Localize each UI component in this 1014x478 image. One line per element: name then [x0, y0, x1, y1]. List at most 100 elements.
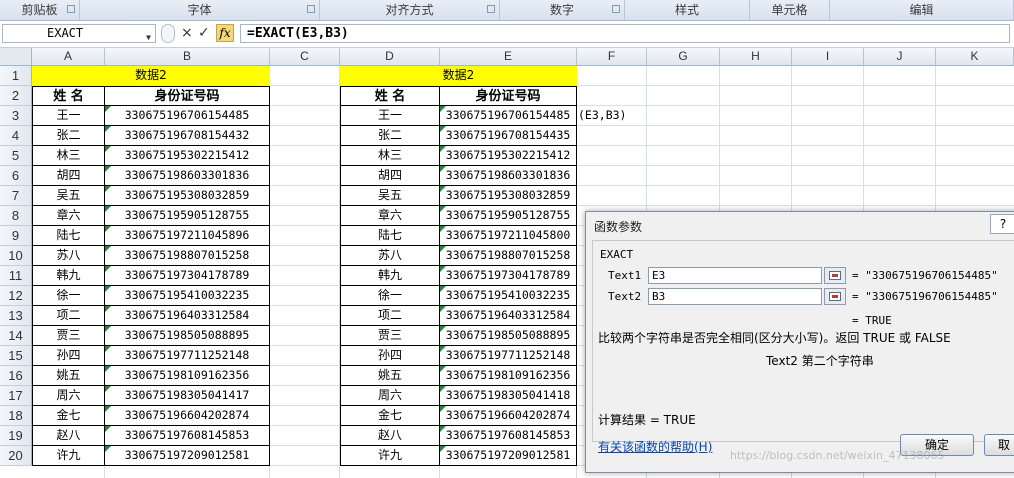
name-cell[interactable]: 姚五: [32, 366, 105, 386]
id-number-cell[interactable]: 330675195410032235: [440, 286, 577, 306]
name-cell[interactable]: 韩九: [340, 266, 440, 286]
collapse-dialog-icon[interactable]: [824, 267, 846, 284]
name-cell[interactable]: 林三: [32, 146, 105, 166]
row-header[interactable]: 4: [0, 126, 32, 146]
id-number-cell[interactable]: 330675197209012581: [105, 446, 270, 466]
name-cell[interactable]: 吴五: [32, 186, 105, 206]
name-cell[interactable]: 陆七: [340, 226, 440, 246]
row-header[interactable]: 13: [0, 306, 32, 326]
name-cell[interactable]: 贾三: [340, 326, 440, 346]
row-header[interactable]: 8: [0, 206, 32, 226]
id-number-cell[interactable]: 330675195302215412: [105, 146, 270, 166]
row-header[interactable]: 5: [0, 146, 32, 166]
id-number-cell[interactable]: 330675198603301836: [105, 166, 270, 186]
name-cell[interactable]: 章六: [340, 206, 440, 226]
id-number-cell[interactable]: 330675196403312584: [440, 306, 577, 326]
name-cell[interactable]: 王一: [340, 106, 440, 126]
row-header[interactable]: 19: [0, 426, 32, 446]
row-header[interactable]: 15: [0, 346, 32, 366]
id-column-header[interactable]: 身份证号码: [105, 86, 270, 106]
name-column-header[interactable]: 姓 名: [32, 86, 105, 106]
column-header[interactable]: D: [340, 48, 440, 66]
id-number-cell[interactable]: 330675198305041417: [105, 386, 270, 406]
row-header[interactable]: 17: [0, 386, 32, 406]
dialog-launcher-icon[interactable]: [67, 5, 75, 13]
insert-function-icon[interactable]: fx: [216, 24, 234, 42]
id-number-cell[interactable]: 330675198603301836: [440, 166, 577, 186]
table-title[interactable]: 数据2: [32, 66, 270, 86]
name-cell[interactable]: 周六: [32, 386, 105, 406]
id-number-cell[interactable]: 330675195410032235: [105, 286, 270, 306]
name-cell[interactable]: 赵八: [340, 426, 440, 446]
column-header[interactable]: K: [936, 48, 1014, 66]
row-header[interactable]: 2: [0, 86, 32, 106]
id-number-cell[interactable]: 330675195905128755: [105, 206, 270, 226]
row-header[interactable]: 16: [0, 366, 32, 386]
id-number-cell[interactable]: 330675196604202874: [440, 406, 577, 426]
name-cell[interactable]: 许九: [340, 446, 440, 466]
text2-input[interactable]: B3: [648, 288, 822, 305]
id-number-cell[interactable]: 330675197209012581: [440, 446, 577, 466]
name-cell[interactable]: 孙四: [340, 346, 440, 366]
row-header[interactable]: 3: [0, 106, 32, 126]
column-header[interactable]: G: [647, 48, 720, 66]
column-header[interactable]: F: [577, 48, 647, 66]
id-number-cell[interactable]: 330675196403312584: [105, 306, 270, 326]
id-number-cell[interactable]: 330675198305041418: [440, 386, 577, 406]
name-cell[interactable]: 孙四: [32, 346, 105, 366]
column-header[interactable]: B: [105, 48, 270, 66]
name-cell[interactable]: 章六: [32, 206, 105, 226]
name-cell[interactable]: 韩九: [32, 266, 105, 286]
name-cell[interactable]: 许九: [32, 446, 105, 466]
formula-input[interactable]: =EXACT(E3,B3): [240, 24, 1010, 43]
id-number-cell[interactable]: 330675197211045896: [105, 226, 270, 246]
column-header[interactable]: C: [270, 48, 340, 66]
text1-input[interactable]: E3: [648, 267, 822, 284]
name-cell[interactable]: 周六: [340, 386, 440, 406]
name-cell[interactable]: 赵八: [32, 426, 105, 446]
id-number-cell[interactable]: 330675197711252148: [440, 346, 577, 366]
name-cell[interactable]: 项二: [340, 306, 440, 326]
name-cell[interactable]: 胡四: [340, 166, 440, 186]
name-cell[interactable]: 陆七: [32, 226, 105, 246]
row-header[interactable]: 7: [0, 186, 32, 206]
name-cell[interactable]: 姚五: [340, 366, 440, 386]
formula-bar-resize-handle[interactable]: [161, 24, 175, 43]
table-title[interactable]: 数据2: [340, 66, 577, 86]
chevron-down-icon[interactable]: ▼: [146, 29, 151, 46]
id-number-cell[interactable]: 330675198109162356: [440, 366, 577, 386]
name-column-header[interactable]: 姓 名: [340, 86, 440, 106]
name-cell[interactable]: 王一: [32, 106, 105, 126]
row-header[interactable]: 12: [0, 286, 32, 306]
collapse-dialog-icon[interactable]: [824, 288, 846, 305]
id-number-cell[interactable]: 330675198505088895: [440, 326, 577, 346]
row-header[interactable]: 6: [0, 166, 32, 186]
name-cell[interactable]: 徐一: [32, 286, 105, 306]
name-cell[interactable]: 胡四: [32, 166, 105, 186]
function-help-link[interactable]: 有关该函数的帮助(H): [598, 438, 712, 455]
id-number-cell[interactable]: 330675198505088895: [105, 326, 270, 346]
id-number-cell[interactable]: 330675197608145853: [440, 426, 577, 446]
id-number-cell[interactable]: 330675195905128755: [440, 206, 577, 226]
select-all-corner[interactable]: [0, 48, 32, 66]
name-cell[interactable]: 林三: [340, 146, 440, 166]
id-number-cell[interactable]: 330675198807015258: [105, 246, 270, 266]
name-cell[interactable]: 吴五: [340, 186, 440, 206]
id-number-cell[interactable]: 330675197608145853: [105, 426, 270, 446]
cancel-button[interactable]: 取: [984, 434, 1014, 456]
cell-f3-formula-text[interactable]: (E3,B3): [578, 106, 648, 126]
id-number-cell[interactable]: 330675195308032859: [105, 186, 270, 206]
row-header[interactable]: 20: [0, 446, 32, 466]
dialog-launcher-icon[interactable]: [487, 5, 495, 13]
name-cell[interactable]: 张二: [32, 126, 105, 146]
column-header[interactable]: I: [792, 48, 864, 66]
id-number-cell[interactable]: 330675198109162356: [105, 366, 270, 386]
id-number-cell[interactable]: 330675197211045800: [440, 226, 577, 246]
name-cell[interactable]: 金七: [32, 406, 105, 426]
id-number-cell[interactable]: 330675195308032859: [440, 186, 577, 206]
id-number-cell[interactable]: 330675197711252148: [105, 346, 270, 366]
name-box[interactable]: EXACT ▼: [2, 24, 156, 43]
name-cell[interactable]: 贾三: [32, 326, 105, 346]
column-header[interactable]: A: [32, 48, 105, 66]
row-header[interactable]: 14: [0, 326, 32, 346]
